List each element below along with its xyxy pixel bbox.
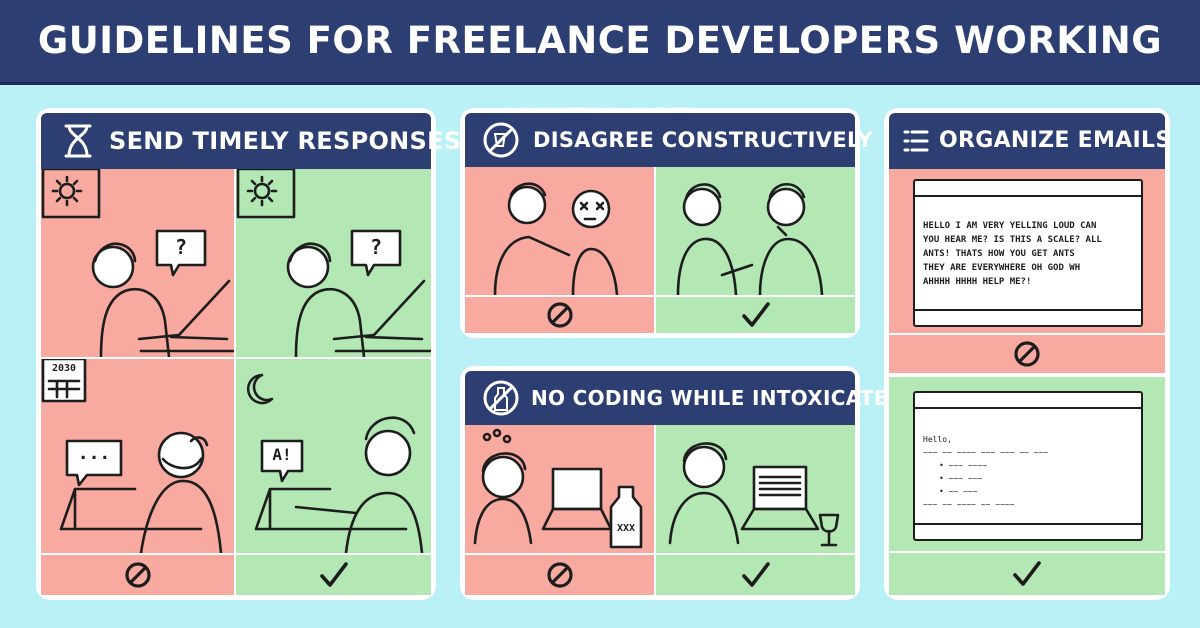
hourglass-icon — [63, 123, 93, 163]
scene-organized-email-good: Hello, ~~~ ~~ ~~~~ ~~~ ~~~ ~~ ~~~ • ~~~ … — [889, 377, 1165, 551]
verdict-good — [656, 297, 855, 333]
panel-disagree-constructively: DISAGREE CONSTRUCTIVELY — [460, 108, 873, 338]
email-line: ~~~ ~~ ~~~~ ~~ ~~~~ — [923, 500, 1015, 509]
speech-bubble-text: A! — [272, 445, 292, 464]
scene-quick-reply-day-bad: ? — [41, 169, 234, 357]
email-line: Hello, — [923, 435, 952, 444]
prohibited-icon — [1014, 341, 1040, 367]
panel-title-bar: SEND TIMELY RESPONSES — [41, 113, 461, 169]
scene-fighting-bad — [465, 167, 654, 295]
scene-quick-reply-night-good: ? — [236, 169, 431, 357]
email-line: • ~~ ~~~ — [939, 487, 978, 496]
email-window-organized: Hello, ~~~ ~~ ~~~~ ~~~ ~~~ ~~ ~~~ • ~~~ … — [913, 391, 1143, 541]
verdict-good — [236, 555, 431, 595]
verdict-bad — [41, 555, 234, 595]
panel-organize-emails: ORGANIZE EMAILS HELLO I AM VERY YELLING … — [884, 108, 1171, 600]
page-header: GUIDELINES FOR FREELANCE DEVELOPERS WORK… — [0, 0, 1200, 144]
panel-send-timely-responses: SEND TIMELY RESPONSES ? ? 2030 ... A! — [36, 108, 461, 600]
email-line: ANTS! THATS HOW YOU GET ANTS — [923, 249, 1075, 259]
email-line: THEY ARE EVERYWHERE OH GOD WH — [923, 263, 1081, 273]
verdict-bad — [465, 297, 654, 333]
scene-messy-email-bad: HELLO I AM VERY YELLING LOUD CAN YOU HEA… — [889, 169, 1165, 333]
verdict-bad — [889, 335, 1165, 373]
email-line: ~~~ ~~ ~~~~ ~~~ ~~~ ~~ ~~~ — [923, 448, 1049, 457]
speech-bubble-text: ? — [369, 235, 383, 259]
prohibited-icon — [546, 302, 573, 328]
speech-bubble-text: ? — [174, 235, 188, 259]
panel-title: NO CODING WHILE INTOXICATED — [531, 386, 905, 410]
verdict-good — [656, 555, 855, 595]
no-drinking-icon — [481, 378, 521, 422]
scene-old-developer-bad: 2030 ... — [41, 359, 234, 553]
email-window-messy: HELLO I AM VERY YELLING LOUD CAN YOU HEA… — [913, 179, 1143, 327]
scene-young-developer-good: A! — [236, 359, 431, 553]
checkmark-icon — [1013, 561, 1041, 586]
bottle-label: XXX — [616, 523, 636, 534]
scene-discussion-good — [656, 167, 855, 295]
speech-bubble-text: ... — [77, 443, 111, 464]
calendar-year: 2030 — [51, 363, 77, 374]
panel-title-bar: NO CODING WHILE INTOXICATED — [465, 371, 904, 425]
checkmark-icon — [741, 302, 770, 327]
email-line: YOU HEAR ME? IS THIS A SCALE? ALL — [923, 235, 1102, 245]
panel-title-bar: DISAGREE CONSTRUCTIVELY — [465, 113, 873, 167]
sun-icon — [246, 175, 278, 207]
prohibited-icon — [546, 562, 573, 588]
scene-drunk-coding-bad: XXX — [465, 425, 654, 553]
verdict-bad — [465, 555, 654, 595]
email-line: HELLO I AM VERY YELLING LOUD CAN — [923, 221, 1097, 231]
email-line: • ~~~ ~~~ — [939, 474, 983, 483]
email-line: • ~~~ ~~~~ — [939, 461, 988, 470]
scene-sober-coding-good — [656, 425, 855, 553]
checkmark-icon — [319, 562, 348, 587]
panel-title: ORGANIZE EMAILS — [939, 128, 1172, 153]
page-title: GUIDELINES FOR FREELANCE DEVELOPERS WORK… — [37, 19, 1163, 144]
checkmark-icon — [741, 562, 770, 587]
panel-title-bar: ORGANIZE EMAILS — [889, 113, 1171, 169]
verdict-good — [889, 553, 1165, 595]
panel-title: SEND TIMELY RESPONSES — [109, 127, 462, 155]
panel-no-coding-while-intoxicated: NO CODING WHILE INTOXICATED XXX — [460, 366, 904, 600]
no-fighting-icon — [481, 120, 521, 164]
prohibited-icon — [124, 562, 151, 588]
email-line: AHHHH HHHH HELP ME?! — [923, 277, 1032, 287]
list-icon — [903, 129, 929, 157]
panel-title: DISAGREE CONSTRUCTIVELY — [533, 128, 873, 152]
sun-icon — [51, 175, 83, 207]
